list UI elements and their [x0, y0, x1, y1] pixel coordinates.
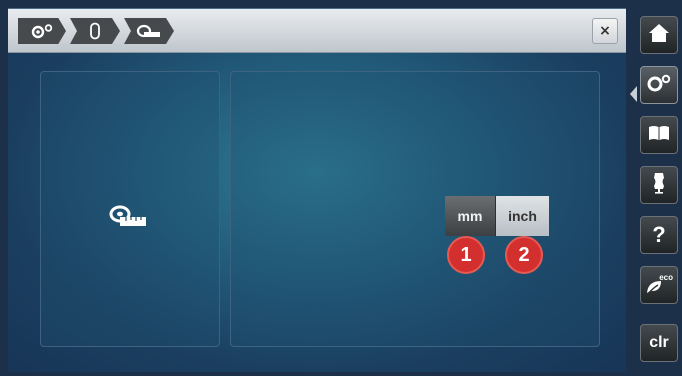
home-icon [648, 23, 670, 47]
breadcrumb-settings[interactable] [18, 18, 66, 44]
screen: × mm inch 1 2 ? eco clr [0, 0, 682, 376]
help-button[interactable]: ? [640, 216, 678, 254]
callout-badge-1: 1 [447, 236, 485, 274]
clear-button[interactable]: clr [640, 324, 678, 362]
breadcrumb-bobbin[interactable] [70, 18, 120, 44]
unit-toggle: mm inch [445, 196, 549, 236]
eco-mode-icon: eco [645, 273, 673, 297]
breadcrumb-measurement[interactable] [124, 18, 174, 44]
icon-panel [40, 71, 220, 347]
home-button[interactable] [640, 16, 678, 54]
settings-gears-icon [30, 23, 54, 39]
clear-icon: clr [649, 334, 669, 351]
unit-selection-panel: mm inch 1 2 [230, 71, 600, 347]
help-icon: ? [652, 222, 666, 247]
sewing-consultant-icon [652, 172, 666, 198]
settings-window: × mm inch 1 2 [8, 8, 626, 372]
tutorial-button[interactable] [640, 116, 678, 154]
measuring-tape-icon [136, 23, 162, 39]
sewing-consultant-button[interactable] [640, 166, 678, 204]
sidebar: ? eco clr [630, 8, 682, 372]
close-button[interactable]: × [592, 18, 618, 44]
eco-button[interactable]: eco [640, 266, 678, 304]
settings-button[interactable] [640, 66, 678, 104]
unit-inch-button[interactable]: inch [496, 196, 549, 236]
bobbin-icon [88, 22, 102, 40]
unit-mm-button[interactable]: mm [445, 196, 496, 236]
settings-icon [646, 74, 672, 96]
breadcrumb [18, 18, 178, 44]
measuring-tape-icon [109, 204, 147, 234]
tutorial-book-icon [648, 125, 670, 145]
active-indicator [630, 86, 637, 102]
callout-badge-2: 2 [505, 236, 543, 274]
title-bar: × [8, 9, 626, 53]
eco-label: eco [659, 273, 673, 282]
